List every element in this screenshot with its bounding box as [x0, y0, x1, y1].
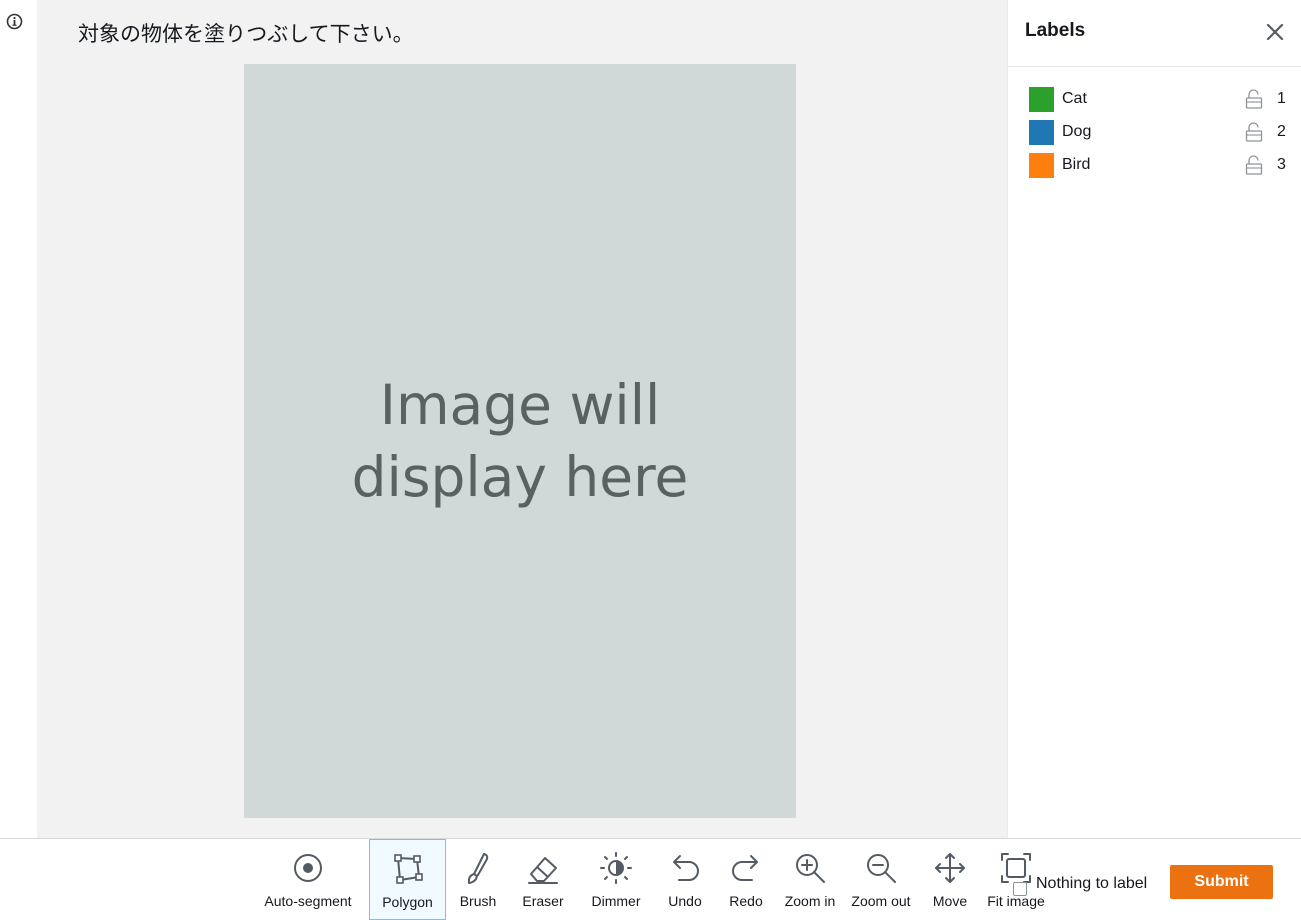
tool-label: Eraser	[522, 893, 564, 909]
tool-eraser[interactable]: Eraser	[520, 839, 566, 920]
label-shortcut: 2	[1277, 123, 1286, 140]
tool-move[interactable]: Move	[927, 839, 973, 920]
label-color-swatch	[1029, 87, 1054, 112]
label-item[interactable]: Dog 2	[1008, 120, 1301, 153]
tool-label: Zoom out	[851, 893, 911, 909]
tool-label: Zoom in	[784, 893, 836, 909]
move-icon	[935, 853, 965, 883]
tool-undo[interactable]: Undo	[662, 839, 708, 920]
polygon-icon	[393, 854, 423, 884]
tool-label: Brush	[459, 893, 497, 909]
info-icon[interactable]	[6, 13, 23, 30]
close-icon[interactable]	[1265, 22, 1285, 42]
tool-label: Polygon	[382, 894, 433, 910]
tool-label: Redo	[729, 893, 763, 909]
zoom-out-icon	[867, 854, 896, 883]
labels-panel: Labels Cat 1 Dog 2 Bird 3	[1007, 0, 1301, 838]
label-shortcut: 1	[1277, 90, 1286, 107]
unlock-icon[interactable]	[1245, 89, 1263, 109]
nothing-to-label-text: Nothing to label	[1036, 875, 1148, 892]
workspace-canvas[interactable]: 対象の物体を塗りつぶして下さい。 Image will display here	[37, 0, 1007, 838]
tool-redo[interactable]: Redo	[724, 839, 768, 920]
tool-polygon[interactable]: Polygon	[369, 839, 446, 920]
tool-label: Undo	[668, 893, 702, 909]
dimmer-icon	[600, 852, 632, 884]
labels-panel-header: Labels	[1008, 0, 1301, 67]
tool-label: Move	[932, 893, 968, 909]
tool-zoom-in[interactable]: Zoom in	[782, 839, 838, 920]
left-gutter	[0, 0, 37, 838]
submit-button[interactable]: Submit	[1170, 865, 1273, 899]
undo-icon	[673, 855, 699, 881]
placeholder-text: Image will display here	[340, 369, 700, 513]
nothing-to-label-checkbox[interactable]	[1013, 882, 1027, 896]
label-item[interactable]: Bird 3	[1008, 153, 1301, 186]
placeholder-line-1: Image will	[379, 373, 661, 437]
tool-dimmer[interactable]: Dimmer	[588, 839, 644, 920]
label-name: Bird	[1062, 156, 1091, 173]
tool-label: Dimmer	[591, 893, 641, 909]
tool-zoom-out[interactable]: Zoom out	[848, 839, 914, 920]
unlock-icon[interactable]	[1245, 155, 1263, 175]
brush-icon	[467, 853, 489, 884]
label-list: Cat 1 Dog 2 Bird 3	[1008, 67, 1301, 186]
labels-panel-title: Labels	[1025, 20, 1086, 41]
annotation-app: 対象の物体を塗りつぶして下さい。 Image will display here…	[0, 0, 1301, 920]
image-placeholder[interactable]: Image will display here	[244, 64, 796, 818]
label-shortcut: 3	[1277, 156, 1286, 173]
tool-auto-segment[interactable]: Auto-segment	[262, 839, 354, 920]
label-item[interactable]: Cat 1	[1008, 87, 1301, 120]
label-color-swatch	[1029, 153, 1054, 178]
label-color-swatch	[1029, 120, 1054, 145]
placeholder-line-2: display here	[351, 445, 689, 509]
auto-segment-icon	[294, 854, 322, 882]
bottom-toolbar: Auto-segment Polygon Brush Eraser Dimmer Undo…	[0, 838, 1301, 920]
label-name: Cat	[1062, 90, 1087, 107]
zoom-in-icon	[796, 854, 825, 883]
eraser-icon	[528, 857, 558, 884]
nothing-to-label[interactable]: Nothing to label	[1013, 872, 1147, 896]
task-instruction: 対象の物体を塗りつぶして下さい。	[78, 22, 414, 46]
label-name: Dog	[1062, 123, 1092, 140]
unlock-icon[interactable]	[1245, 122, 1263, 142]
tool-label: Auto-segment	[264, 893, 352, 909]
redo-icon	[732, 855, 758, 881]
tool-brush[interactable]: Brush	[456, 839, 500, 920]
